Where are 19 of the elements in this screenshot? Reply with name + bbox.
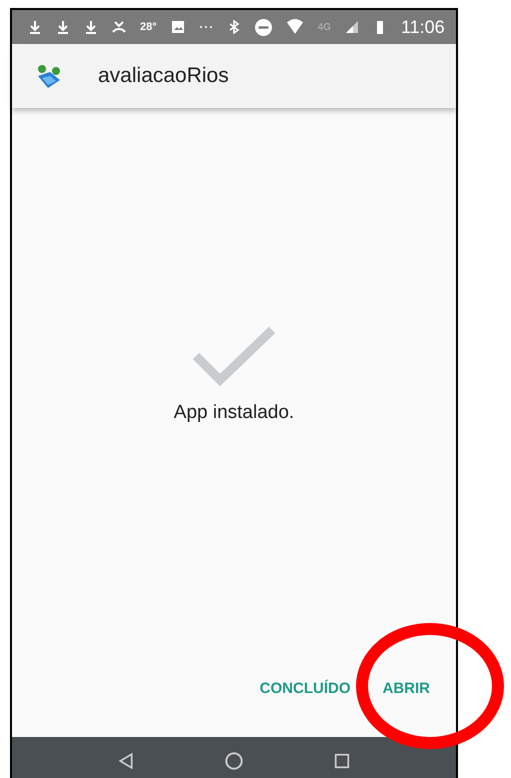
missed-call-icon [112,20,126,34]
dialog-button[interactable]: ABRIR [376,674,436,703]
dialog-button[interactable]: CONCLUÍDO [254,674,356,703]
recents-icon [334,753,350,769]
app-title: avaliacaoRios [98,64,229,88]
checkmark-icon [192,326,276,388]
bluetooth-icon [226,20,241,34]
download-icon [84,20,98,34]
temperature: 28° [140,21,157,33]
download-icon [28,20,42,34]
status-message: App instalado. [174,402,294,424]
clock: 11:06 [400,16,445,38]
wifi-icon [286,19,304,35]
do-not-disturb-icon [254,18,272,36]
download-icon [56,20,70,34]
back-icon [118,753,134,769]
home-icon [224,752,243,770]
image-icon [170,20,185,34]
signal-icon [344,20,359,34]
